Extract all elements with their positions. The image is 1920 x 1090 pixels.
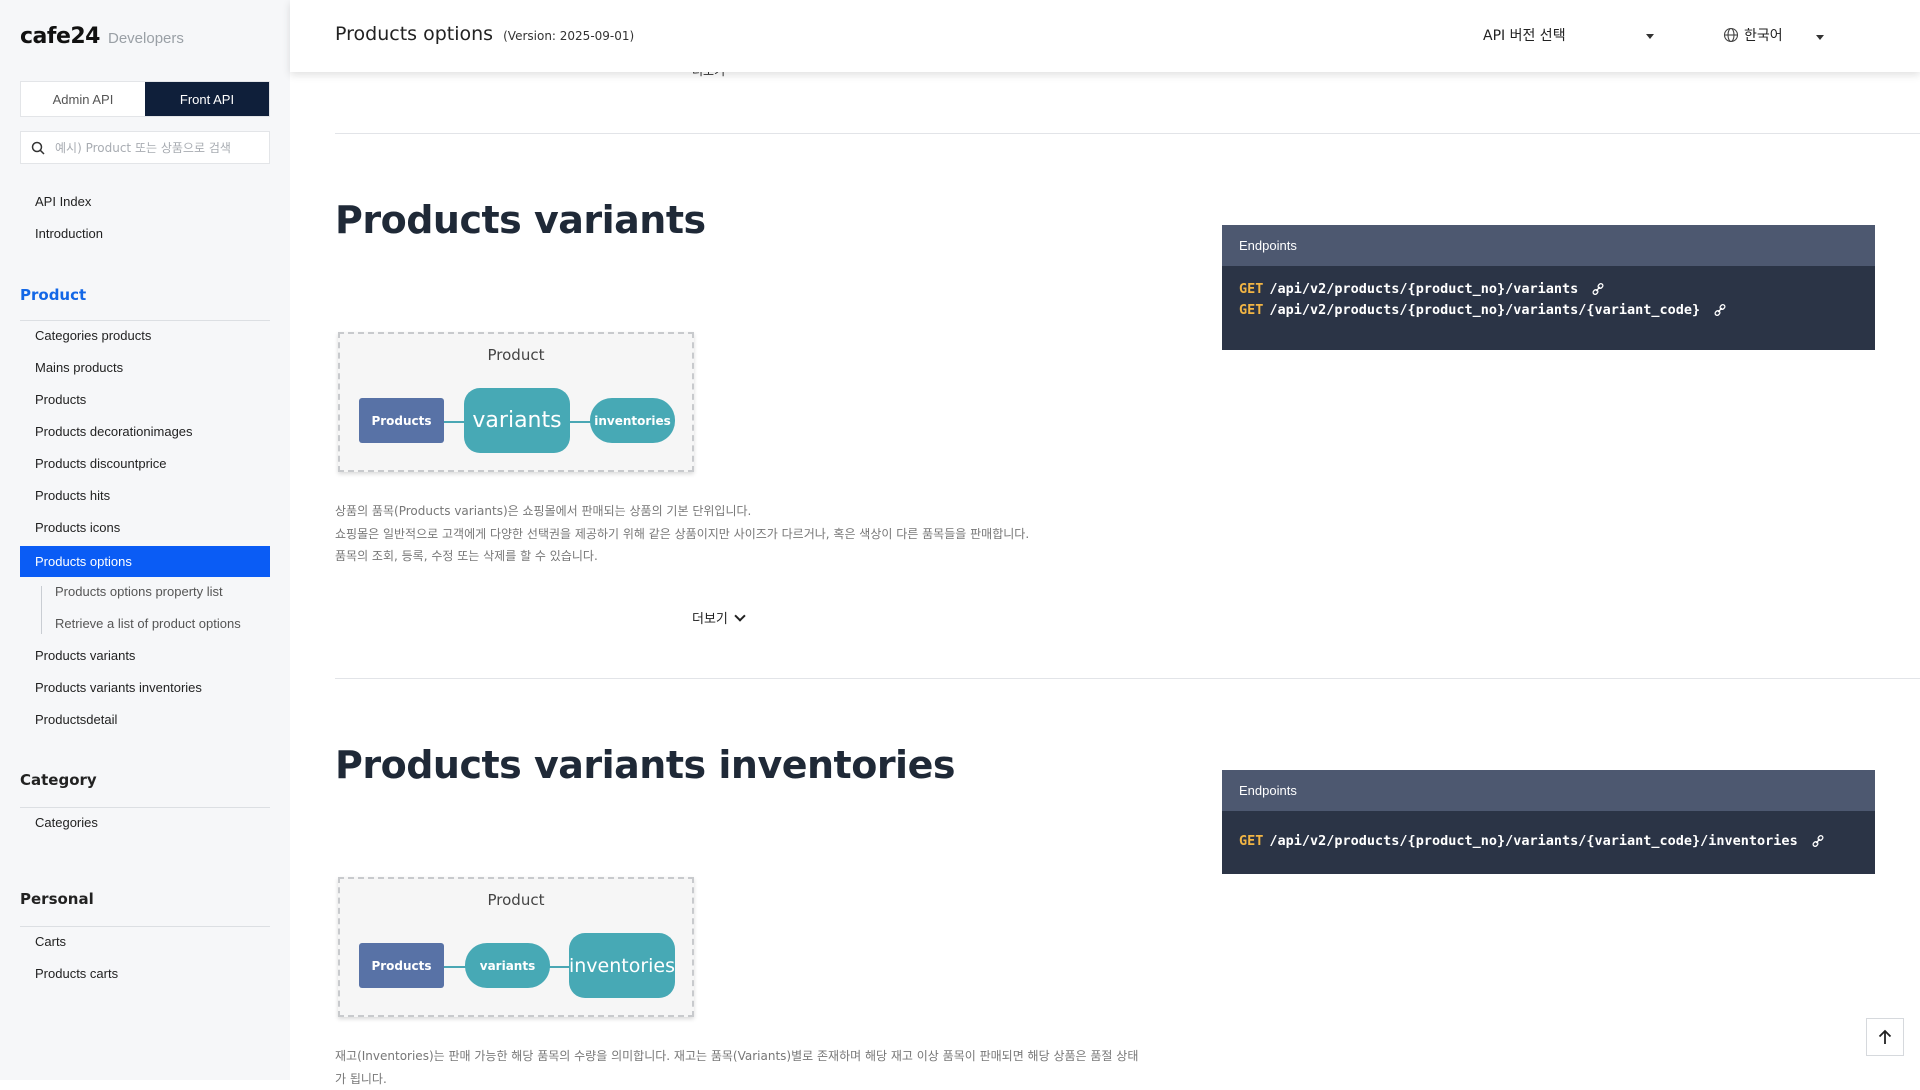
sidebar-item-products-discountprice[interactable]: Products discountprice [35, 456, 167, 471]
sidebar-item-products-decorationimages[interactable]: Products decorationimages [35, 424, 193, 439]
endpoint-method: GET [1239, 302, 1263, 318]
scroll-to-top-button[interactable] [1866, 1018, 1904, 1056]
caret-down-icon [1816, 35, 1824, 40]
endpoints-list: GET/api/v2/products/{product_no}/variant… [1222, 266, 1875, 334]
tab-front-api[interactable]: Front API [145, 82, 269, 116]
endpoint-path: /api/v2/products/{product_no}/variants [1269, 281, 1578, 297]
language-select[interactable]: 한국어 [1723, 23, 1843, 47]
search-input[interactable] [53, 140, 257, 156]
page-version: (Version: 2025-09-01) [503, 29, 634, 43]
link-icon [1592, 282, 1604, 296]
endpoints-panel-title: Endpoints [1222, 770, 1875, 811]
sidebar-item-products-options[interactable]: Products options [20, 546, 270, 577]
sidebar-item-productsdetail[interactable]: Productsdetail [35, 712, 117, 727]
endpoint-link[interactable]: GET/api/v2/products/{product_no}/variant… [1239, 279, 1858, 300]
api-version-select-label: API 버전 선택 [1483, 25, 1566, 45]
section-divider [335, 678, 1920, 679]
sidebar-item-introduction[interactable]: Introduction [35, 226, 103, 241]
section-divider [335, 133, 1920, 134]
diagram-node-products: Products [359, 943, 444, 988]
diagram-title: Product [340, 891, 692, 909]
chevron-down-icon [734, 610, 745, 621]
sidebar-item-categories[interactable]: Categories [35, 815, 98, 830]
variants-diagram: Product Products variants inventories [338, 332, 694, 472]
main-content: 더보기 Products variants Product Products v… [290, 0, 1920, 1080]
sidebar-item-carts[interactable]: Carts [35, 934, 66, 949]
diagram-node-variants: variants [464, 388, 570, 453]
inventories-diagram: Product Products variants inventories [338, 877, 694, 1017]
endpoint-link[interactable]: GET/api/v2/products/{product_no}/variant… [1239, 831, 1858, 852]
diagram-node-products: Products [359, 398, 444, 443]
sidebar-item-products-carts[interactable]: Products carts [35, 966, 118, 981]
logo-mark: cafe24 [20, 24, 100, 49]
endpoints-panel-title: Endpoints [1222, 225, 1875, 266]
sidebar: cafe24 Developers Admin API Front API AP… [0, 0, 290, 1080]
sidebar-item-products-hits[interactable]: Products hits [35, 488, 110, 503]
top-header: Products options (Version: 2025-09-01) A… [290, 0, 1920, 72]
section-divider [20, 320, 270, 321]
search-box [20, 131, 270, 164]
diagram-node-variants: variants [465, 943, 550, 988]
sidebar-item-products-icons[interactable]: Products icons [35, 520, 120, 535]
page-title: Products options (Version: 2025-09-01) [335, 23, 634, 45]
sub-nav-line [41, 586, 42, 634]
more-button[interactable]: 더보기 [692, 608, 744, 627]
diagram-title: Product [340, 346, 692, 364]
section-heading-products-variants-inventories: Products variants inventories [335, 743, 955, 787]
endpoint-link[interactable]: GET/api/v2/products/{product_no}/variant… [1239, 300, 1858, 321]
endpoint-path: /api/v2/products/{product_no}/variants/{… [1269, 833, 1797, 849]
sidebar-item-products[interactable]: Products [35, 392, 86, 407]
logo[interactable]: cafe24 Developers [20, 24, 184, 49]
section-title-personal[interactable]: Personal [20, 890, 94, 908]
api-version-select[interactable]: API 버전 선택 [1483, 23, 1663, 47]
arrow-up-icon [1877, 1029, 1893, 1045]
section-description: 재고(Inventories)는 판매 가능한 해당 품목의 수량을 의미합니다… [335, 1045, 1138, 1090]
section-divider [20, 807, 270, 808]
endpoint-path: /api/v2/products/{product_no}/variants/{… [1269, 302, 1700, 318]
section-divider [20, 926, 270, 927]
globe-icon [1723, 27, 1739, 43]
description-line: 쇼핑몰은 일반적으로 고객에게 다양한 선택권을 제공하기 위해 같은 상품이지… [335, 523, 1029, 546]
sidebar-item-mains-products[interactable]: Mains products [35, 360, 123, 375]
more-button-label: 더보기 [692, 608, 728, 627]
section-heading-products-variants: Products variants [335, 198, 706, 242]
sidebar-subitem-retrieve-options[interactable]: Retrieve a list of product options [55, 616, 241, 631]
sidebar-subitem-options-property-list[interactable]: Products options property list [55, 584, 223, 599]
logo-subtitle: Developers [108, 30, 184, 47]
description-line: 재고(Inventories)는 판매 가능한 해당 품목의 수량을 의미합니다… [335, 1045, 1138, 1068]
link-icon [1812, 834, 1824, 848]
sidebar-item-api-index[interactable]: API Index [35, 194, 91, 209]
endpoint-method: GET [1239, 281, 1263, 297]
tab-admin-api[interactable]: Admin API [21, 82, 145, 116]
endpoint-method: GET [1239, 833, 1263, 849]
diagram-node-inventories: inventories [569, 933, 675, 998]
description-line: 품목의 조회, 등록, 수정 또는 삭제를 할 수 있습니다. [335, 545, 1029, 568]
sidebar-item-products-variants-inventories[interactable]: Products variants inventories [35, 680, 202, 695]
page-title-text: Products options [335, 23, 493, 45]
endpoints-panel-variants: Endpoints GET/api/v2/products/{product_n… [1222, 225, 1875, 350]
sidebar-item-categories-products[interactable]: Categories products [35, 328, 151, 343]
section-description: 상품의 품목(Products variants)은 쇼핑몰에서 판매되는 상품… [335, 500, 1029, 568]
link-icon [1714, 303, 1726, 317]
diagram-node-inventories: inventories [590, 398, 675, 443]
section-title-product[interactable]: Product [20, 286, 86, 304]
endpoints-list: GET/api/v2/products/{product_no}/variant… [1222, 811, 1875, 865]
description-line: 상품의 품목(Products variants)은 쇼핑몰에서 판매되는 상품… [335, 500, 1029, 523]
sidebar-item-products-variants[interactable]: Products variants [35, 648, 135, 663]
caret-down-icon [1646, 34, 1654, 39]
endpoints-panel-inventories: Endpoints GET/api/v2/products/{product_n… [1222, 770, 1875, 874]
section-title-category[interactable]: Category [20, 771, 97, 789]
api-tabs: Admin API Front API [20, 81, 270, 117]
description-line: 가 됩니다. [335, 1068, 1138, 1090]
language-select-label: 한국어 [1744, 25, 1783, 45]
search-icon [31, 141, 45, 155]
